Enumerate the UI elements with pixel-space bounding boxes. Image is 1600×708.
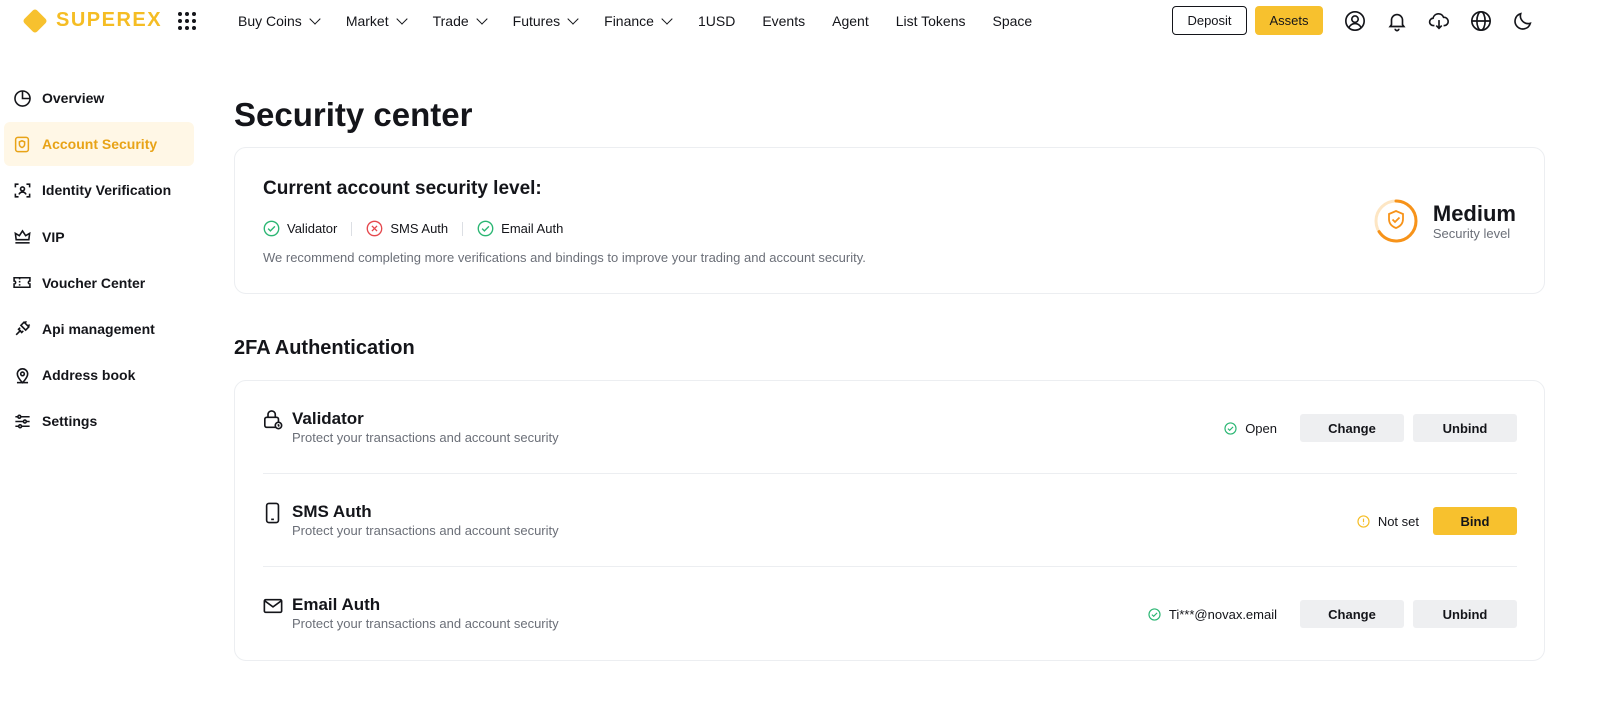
- bell-icon[interactable]: [1386, 10, 1408, 32]
- security-hint: We recommend completing more verificatio…: [263, 250, 866, 265]
- twofa-description: Protect your transactions and account se…: [292, 616, 559, 631]
- crown-icon: [12, 227, 32, 247]
- twofa-actions: Not set Bind: [1357, 507, 1517, 535]
- security-level-label: Security level: [1432, 225, 1511, 241]
- globe-icon[interactable]: [1470, 10, 1492, 32]
- deposit-button[interactable]: Deposit: [1172, 6, 1247, 35]
- sidebar-item-account-security[interactable]: Account Security: [4, 122, 194, 167]
- check-circle-icon: [477, 220, 494, 237]
- chevron-down-icon: [661, 12, 673, 25]
- security-level-value: Medium: [1432, 200, 1516, 226]
- page-title: Security center: [234, 96, 473, 133]
- sidebar: Overview Account Security Identity Verif…: [4, 76, 194, 446]
- top-navbar: SUPEREX Buy Coins Market Trade Futures F…: [0, 0, 1600, 42]
- mail-icon: [263, 598, 283, 614]
- nav-item-events[interactable]: Events: [762, 13, 805, 29]
- sidebar-item-identity-verification[interactable]: Identity Verification: [4, 168, 194, 212]
- check-circle-icon: [1224, 421, 1237, 435]
- twofa-name: Validator: [292, 409, 364, 428]
- sidebar-item-label: Settings: [42, 413, 98, 430]
- nav-item-list-tokens[interactable]: List Tokens: [896, 13, 966, 29]
- status-badge: Ti***@novax.email: [1148, 607, 1277, 622]
- twofa-row-sms-auth: SMS Auth Protect your transactions and a…: [263, 474, 1517, 567]
- check-email-auth: Email Auth: [477, 220, 563, 237]
- nav-item-futures[interactable]: Futures: [513, 12, 579, 29]
- divider: [351, 221, 353, 236]
- sidebar-item-label: Api management: [42, 320, 155, 337]
- nav-item-finance[interactable]: Finance: [604, 12, 673, 29]
- sidebar-item-api-management[interactable]: Api management: [4, 307, 194, 351]
- brand-logo[interactable]: SUPEREX: [22, 7, 163, 34]
- nav-item-space[interactable]: Space: [993, 13, 1033, 29]
- x-circle-icon: [366, 220, 383, 237]
- check-validator: Validator: [263, 220, 337, 237]
- twofa-name: SMS Auth: [292, 502, 372, 521]
- status-badge: Not set: [1357, 514, 1419, 529]
- nav-item-market[interactable]: Market: [346, 12, 408, 29]
- ticket-icon: [12, 273, 32, 293]
- change-button[interactable]: Change: [1300, 600, 1404, 628]
- sidebar-item-voucher-center[interactable]: Voucher Center: [4, 261, 194, 305]
- unbind-button[interactable]: Unbind: [1413, 600, 1517, 628]
- nav-item-buy-coins[interactable]: Buy Coins: [238, 12, 321, 29]
- twofa-row-validator: Validator Protect your transactions and …: [263, 381, 1517, 474]
- security-checks: Validator SMS Auth Email Auth: [263, 220, 563, 237]
- chevron-down-icon: [395, 12, 408, 25]
- chevron-down-icon: [309, 12, 321, 25]
- security-level-gauge: [1374, 199, 1418, 243]
- change-button[interactable]: Change: [1300, 414, 1404, 442]
- lock-device-icon: [264, 410, 283, 430]
- info-circle-icon: [1357, 514, 1370, 528]
- logo-diamond-icon: [22, 7, 48, 34]
- twofa-name: Email Auth: [292, 595, 381, 614]
- sidebar-item-vip[interactable]: VIP: [4, 215, 194, 259]
- sidebar-item-settings[interactable]: Settings: [4, 399, 194, 443]
- moon-icon[interactable]: [1512, 10, 1534, 32]
- pie-chart-icon: [12, 88, 32, 108]
- bind-button[interactable]: Bind: [1433, 507, 1517, 535]
- sliders-icon: [12, 411, 32, 431]
- shield-icon: [1387, 210, 1404, 229]
- check-sms-auth: SMS Auth: [366, 220, 448, 237]
- phone-icon: [265, 502, 280, 524]
- security-level-badge: Medium Security level: [1373, 198, 1516, 244]
- apps-grid-icon[interactable]: [178, 12, 196, 30]
- sidebar-item-label: Overview: [42, 90, 105, 106]
- sidebar-item-label: Voucher Center: [42, 274, 146, 291]
- brand-name: SUPEREX: [56, 9, 163, 31]
- twofa-actions: Open Change Unbind: [1224, 414, 1517, 442]
- sidebar-item-label: VIP: [42, 228, 65, 245]
- chevron-down-icon: [567, 12, 579, 25]
- nav-item-trade[interactable]: Trade: [433, 12, 488, 29]
- sidebar-item-label: Account Security: [42, 136, 158, 153]
- twofa-description: Protect your transactions and account se…: [292, 430, 559, 445]
- sidebar-item-overview[interactable]: Overview: [4, 76, 194, 120]
- chevron-down-icon: [476, 12, 488, 25]
- security-level-card: Current account security level: Validato…: [234, 147, 1545, 294]
- security-level-title: Current account security level:: [263, 178, 542, 199]
- user-icon[interactable]: [1344, 10, 1366, 32]
- sidebar-item-label: Identity Verification: [42, 182, 172, 199]
- shield-icon: [12, 134, 32, 154]
- check-circle-icon: [263, 220, 280, 237]
- assets-button[interactable]: Assets: [1255, 6, 1323, 35]
- status-badge: Open: [1224, 421, 1277, 436]
- divider: [462, 221, 464, 236]
- twofa-description: Protect your transactions and account se…: [292, 523, 559, 538]
- check-circle-icon: [1148, 607, 1161, 621]
- twofa-card: Validator Protect your transactions and …: [234, 380, 1545, 661]
- location-pin-icon: [12, 365, 32, 385]
- sidebar-item-label: Address book: [42, 367, 136, 384]
- id-scan-icon: [12, 180, 32, 200]
- twofa-actions: Ti***@novax.email Change Unbind: [1148, 600, 1517, 628]
- sidebar-item-address-book[interactable]: Address book: [4, 353, 194, 397]
- unbind-button[interactable]: Unbind: [1413, 414, 1517, 442]
- download-icon[interactable]: [1428, 10, 1450, 32]
- main-nav: Buy Coins Market Trade Futures Finance 1…: [238, 0, 1059, 42]
- nav-item-1usd[interactable]: 1USD: [698, 13, 735, 29]
- twofa-section-title: 2FA Authentication: [234, 337, 415, 359]
- twofa-row-email-auth: Email Auth Protect your transactions and…: [263, 567, 1517, 660]
- nav-item-agent[interactable]: Agent: [832, 13, 869, 29]
- plug-icon: [12, 319, 32, 339]
